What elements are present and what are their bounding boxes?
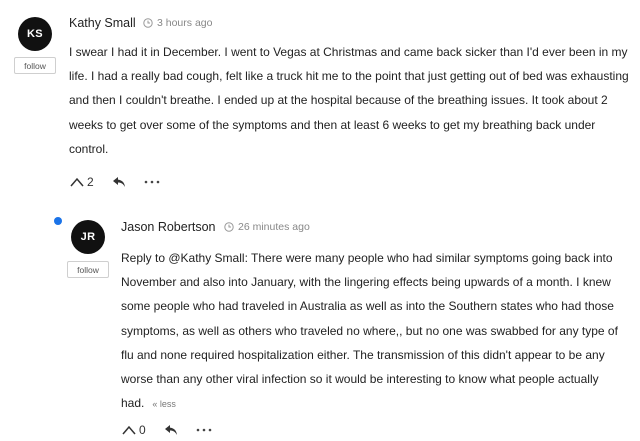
- follow-label: follow: [77, 264, 99, 275]
- more-options-button[interactable]: [196, 427, 212, 433]
- chevron-up-icon: [70, 177, 84, 187]
- comment-jason-robertson: JR follow Jason Robertson 26 minutes ago…: [0, 200, 640, 441]
- chevron-up-icon: [122, 425, 136, 435]
- more-dots-icon: [196, 428, 211, 432]
- reply-arrow-icon: [112, 177, 125, 187]
- follow-button[interactable]: follow: [14, 57, 56, 74]
- vote-count: 0: [139, 423, 146, 437]
- reply-arrow-icon: [164, 425, 177, 435]
- comment-timestamp[interactable]: 26 minutes ago: [238, 221, 310, 233]
- upvote-button[interactable]: 0: [121, 423, 146, 437]
- avatar[interactable]: KS: [18, 17, 52, 51]
- follow-label: follow: [24, 60, 46, 71]
- comment-body: I swear I had it in December. I went to …: [69, 45, 629, 156]
- vote-count: 2: [87, 175, 94, 189]
- less-link[interactable]: « less: [152, 399, 176, 409]
- more-dots-icon: [144, 180, 159, 184]
- avatar-initials: KS: [27, 28, 43, 40]
- clock-icon: [143, 18, 153, 28]
- upvote-button[interactable]: 2: [69, 175, 94, 189]
- follow-button[interactable]: follow: [67, 261, 109, 278]
- reply-button[interactable]: [164, 424, 178, 436]
- comment-actions: 0: [121, 423, 212, 437]
- avatar[interactable]: JR: [71, 220, 105, 254]
- unread-indicator: [54, 217, 62, 225]
- author-name[interactable]: Kathy Small: [69, 16, 136, 30]
- reply-button[interactable]: [112, 176, 126, 188]
- avatar-initials: JR: [80, 231, 96, 243]
- comment-actions: 2: [69, 175, 160, 189]
- comment-timestamp[interactable]: 3 hours ago: [157, 17, 212, 29]
- more-options-button[interactable]: [144, 179, 160, 185]
- comment-body-text: Reply to @Kathy Small: There were many p…: [121, 251, 618, 411]
- clock-icon: [224, 222, 234, 232]
- author-name[interactable]: Jason Robertson: [121, 220, 216, 234]
- comment-kathy-small: KS follow Kathy Small 3 hours ago I swea…: [0, 0, 640, 200]
- comment-body: Reply to @Kathy Small: There were many p…: [121, 246, 629, 416]
